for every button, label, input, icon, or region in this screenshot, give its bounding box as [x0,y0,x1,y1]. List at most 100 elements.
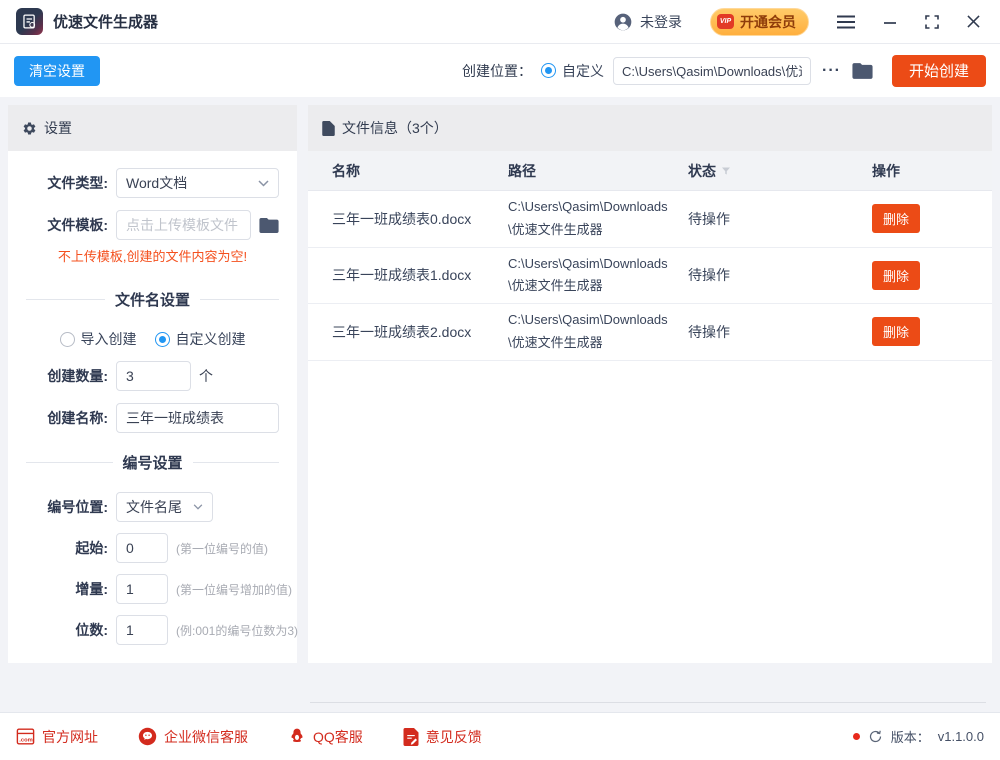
column-path: 路径 [508,161,688,181]
chevron-down-icon [258,180,269,187]
file-info-header: 文件信息（3个） [308,105,992,151]
column-name: 名称 [332,161,508,181]
minimize-icon [883,15,897,29]
divider-line [310,702,986,703]
start-number-input[interactable] [116,533,168,563]
increment-label: 增量: [26,579,108,599]
version-value: v1.1.0.0 [938,729,984,744]
gear-icon [22,121,37,136]
import-create-radio[interactable]: 导入创建 [60,329,137,349]
minimize-button[interactable] [879,11,901,33]
file-table-body: 三年一班成绩表0.docx C:\Users\Qasim\Downloads\优… [308,191,992,361]
settings-panel-title: 设置 [44,118,72,138]
digits-input[interactable] [116,615,168,645]
menu-button[interactable] [833,11,859,33]
radio-selected-icon [541,63,556,78]
delete-button[interactable]: 删除 [872,317,920,346]
settings-panel-header: 设置 [8,105,297,151]
number-position-value: 文件名尾 [126,497,182,517]
create-location-label: 创建位置： [462,61,532,81]
start-number-hint: (第一位编号的值) [176,540,268,557]
numbering-section-divider: 编号设置 [26,452,279,473]
filter-funnel-icon[interactable] [720,165,732,177]
template-warning-text: 不上传模板,创建的文件内容为空! [26,246,279,265]
document-icon [322,121,335,136]
settings-panel: 设置 文件类型: Word文档 文件模板: 不上传模板,创建的文件内容为空! [8,105,297,663]
qq-service-link[interactable]: QQ客服 [288,727,363,747]
filename-section-divider: 文件名设置 [26,289,279,310]
clear-settings-button[interactable]: 清空设置 [14,56,100,86]
file-status-cell: 待操作 [688,322,872,342]
number-position-label: 编号位置: [26,497,108,517]
file-path-cell: C:\Users\Qasim\Downloads\优速文件生成器 [508,191,676,247]
file-name-cell: 三年一班成绩表2.docx [332,322,508,342]
filename-section-title: 文件名设置 [115,289,190,310]
file-type-select[interactable]: Word文档 [116,168,279,198]
file-name-cell: 三年一班成绩表1.docx [332,265,508,285]
user-avatar-icon [613,12,633,32]
import-create-radio-label: 导入创建 [81,329,137,349]
table-header: 名称 路径 状态 操作 [308,151,992,191]
file-status-cell: 待操作 [688,265,872,285]
footer: .com 官方网址 企业微信客服 QQ客服 [0,712,1000,760]
file-status-cell: 待操作 [688,209,872,229]
digits-hint: (例:001的编号位数为3) [176,622,298,639]
create-count-input[interactable] [116,361,191,391]
template-label: 文件模板: [26,215,108,235]
file-path-cell: C:\Users\Qasim\Downloads\优速文件生成器 [508,248,676,304]
feedback-link[interactable]: 意见反馈 [403,727,482,747]
table-row: 三年一班成绩表0.docx C:\Users\Qasim\Downloads\优… [308,191,992,248]
more-options-button[interactable]: ··· [820,62,843,80]
custom-create-radio[interactable]: 自定义创建 [155,329,246,349]
custom-create-radio-label: 自定义创建 [176,329,246,349]
template-folder-button[interactable] [259,217,279,234]
file-info-panel: 文件信息（3个） 名称 路径 状态 操作 三年一班成绩表0.docx C:\Us… [308,105,992,663]
official-website-link[interactable]: .com 官方网址 [16,727,98,747]
wechat-service-link[interactable]: 企业微信客服 [138,727,248,747]
login-status[interactable]: 未登录 [613,12,682,32]
browse-folder-button[interactable] [852,62,873,80]
location-path-input[interactable] [613,57,811,85]
file-path-cell: C:\Users\Qasim\Downloads\优速文件生成器 [508,304,676,360]
file-name-cell: 三年一班成绩表0.docx [332,209,508,229]
toolbar: 清空设置 创建位置： 自定义 ··· 开始创建 [0,44,1000,97]
wechat-icon [138,727,157,746]
delete-button[interactable]: 删除 [872,204,920,233]
custom-location-radio-label: 自定义 [562,61,604,81]
maximize-icon [925,15,939,29]
website-icon: .com [16,728,35,745]
create-name-input[interactable] [116,403,279,433]
digits-label: 位数: [26,620,108,640]
maximize-button[interactable] [921,11,943,33]
file-info-title: 文件信息（3个） [342,118,448,138]
app-logo-icon [16,8,43,35]
count-unit-label: 个 [199,366,213,386]
increment-input[interactable] [116,574,168,604]
refresh-icon[interactable] [868,729,883,744]
template-upload-input[interactable] [116,210,251,240]
number-position-select[interactable]: 文件名尾 [116,492,213,522]
close-button[interactable] [963,11,984,32]
numbering-section-title: 编号设置 [123,452,183,473]
version-label: 版本： [891,727,930,746]
hamburger-icon [837,15,855,29]
file-type-value: Word文档 [126,173,187,193]
feedback-icon [403,728,419,746]
status-dot [853,733,860,740]
table-row: 三年一班成绩表2.docx C:\Users\Qasim\Downloads\优… [308,304,992,361]
folder-icon [259,217,279,234]
start-create-button[interactable]: 开始创建 [892,55,986,87]
login-status-label: 未登录 [640,12,682,32]
increment-hint: (第一位编号增加的值) [176,581,292,598]
delete-button[interactable]: 删除 [872,261,920,290]
app-title: 优速文件生成器 [53,11,158,32]
create-name-label: 创建名称: [26,408,108,428]
chevron-down-icon [193,504,203,510]
folder-icon [852,62,873,80]
custom-location-radio[interactable]: 自定义 [541,61,604,81]
table-row: 三年一班成绩表1.docx C:\Users\Qasim\Downloads\优… [308,248,992,305]
start-number-label: 起始: [26,538,108,558]
vip-button[interactable]: VIP 开通会员 [710,8,809,36]
radio-unselected-icon [60,332,75,347]
column-action: 操作 [872,161,992,181]
